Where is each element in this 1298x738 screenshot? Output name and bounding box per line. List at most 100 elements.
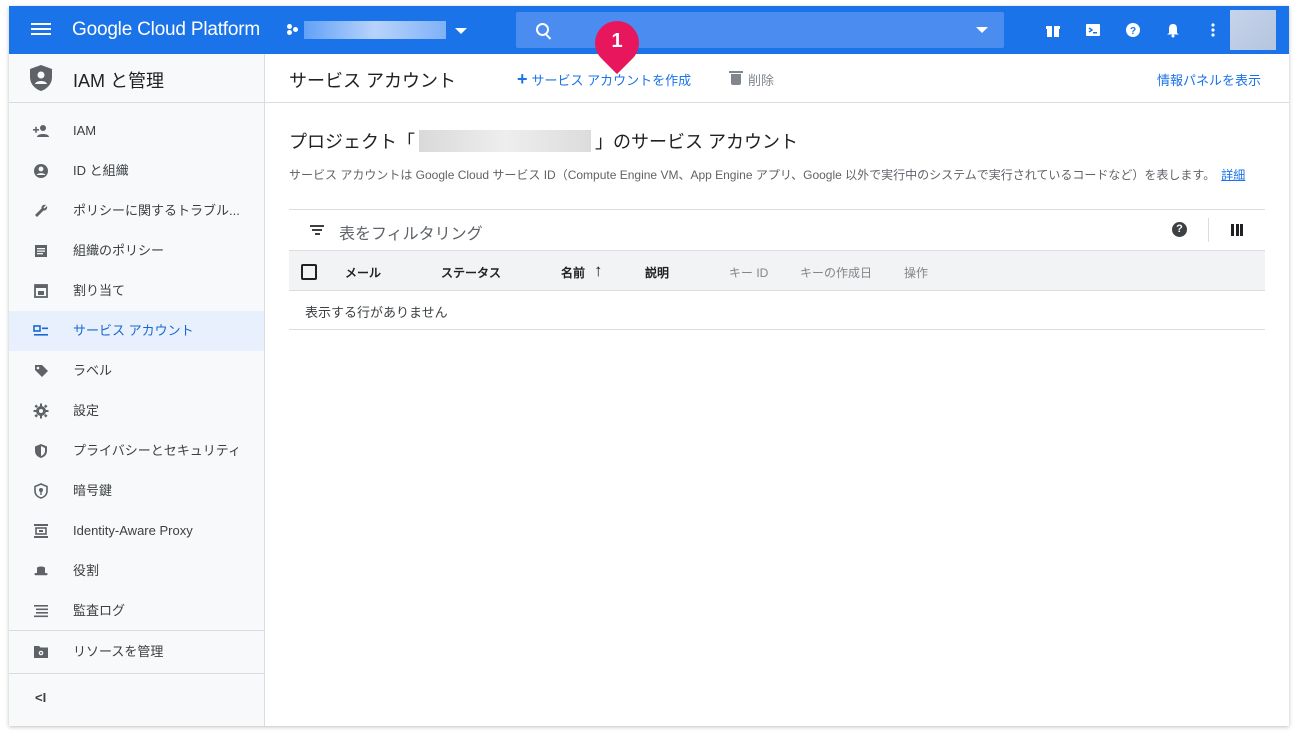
hamburger-menu-icon[interactable] <box>31 20 51 40</box>
folder-gear-icon <box>34 646 48 658</box>
sidebar-item-iap[interactable]: Identity-Aware Proxy <box>9 511 264 551</box>
search-dropdown-icon[interactable] <box>976 27 988 33</box>
sidebar-item-identity[interactable]: ID と組織 <box>9 151 264 191</box>
cloud-shell-icon[interactable] <box>1083 20 1103 40</box>
sidebar-item-crypto-keys[interactable]: 暗号鍵 <box>9 471 264 511</box>
sidebar-nav: IAM ID と組織 ポリシーに関するトラブル... 組織のポリシー 割り当て … <box>9 103 264 631</box>
search-bar[interactable] <box>516 12 1004 48</box>
list-alt-icon <box>35 245 47 257</box>
svg-text:?: ? <box>1130 26 1136 37</box>
section-title: プロジェクト「 」のサービス アカウント <box>289 128 798 154</box>
sidebar-item-settings[interactable]: 設定 <box>9 391 264 431</box>
list-lines-icon <box>34 605 48 618</box>
empty-table-row: 表示する行がありません <box>289 291 1265 330</box>
column-email[interactable]: メール <box>345 264 381 281</box>
caret-down-icon <box>455 28 467 34</box>
label-icon <box>35 365 48 377</box>
service-accounts-table: 表をフィルタリング ? メール ステータス 名前 ↑ 説明 キー ID キーの作… <box>289 209 1265 330</box>
delete-button[interactable]: 削除 <box>729 70 774 89</box>
divider <box>1208 218 1209 242</box>
column-name[interactable]: 名前 <box>561 264 585 281</box>
sidebar-item-org-policies[interactable]: 組織のポリシー <box>9 231 264 271</box>
sidebar-item-label: プライバシーとセキュリティ <box>73 443 241 458</box>
details-link[interactable]: 詳細 <box>1221 168 1245 182</box>
sidebar-item-quotas[interactable]: 割り当て <box>9 271 264 311</box>
help-icon[interactable]: ? <box>1123 20 1143 40</box>
sidebar-item-label: Identity-Aware Proxy <box>73 523 193 538</box>
account-circle-icon <box>34 164 48 178</box>
shield-icon <box>35 444 47 458</box>
sidebar-item-iam[interactable]: IAM <box>9 111 264 151</box>
sidebar-footer: リソースを管理 <I <box>9 630 264 726</box>
iam-shield-icon <box>30 65 52 91</box>
section-title-suffix: 」のサービス アカウント <box>595 132 798 152</box>
sidebar-item-label: サービス アカウント <box>73 323 194 338</box>
wrench-icon <box>35 204 48 217</box>
console-window: Google Cloud Platform ? 1 IAM と管理 IAM ID… <box>9 6 1289 726</box>
description: サービス アカウントは Google Cloud サービス ID（Compute… <box>289 166 1245 183</box>
select-all-checkbox[interactable] <box>301 264 317 280</box>
sidebar-item-label: 割り当て <box>73 283 126 298</box>
sidebar-header: IAM と管理 <box>9 54 264 103</box>
callout-number: 1 <box>611 30 623 52</box>
iap-icon <box>34 524 48 538</box>
column-key-id[interactable]: キー ID <box>729 264 768 281</box>
filter-icon <box>310 225 324 235</box>
brand-title[interactable]: Google Cloud Platform <box>72 19 260 41</box>
empty-message: 表示する行がありません <box>305 305 448 320</box>
avatar[interactable] <box>1230 10 1276 50</box>
manage-resources-link[interactable]: リソースを管理 <box>9 630 264 673</box>
column-status[interactable]: ステータス <box>441 264 501 281</box>
sort-ascending-icon[interactable]: ↑ <box>594 261 603 281</box>
collapse-sidebar-button[interactable]: <I <box>9 673 264 726</box>
person-add-icon <box>33 125 49 137</box>
service-account-icon <box>33 325 48 336</box>
action-toolbar: サービス アカウント + サービス アカウントを作成 削除 情報パネルを表示 <box>265 54 1289 103</box>
key-shield-icon <box>34 483 48 499</box>
column-actions: 操作 <box>904 266 929 280</box>
project-id-redacted <box>419 130 591 152</box>
project-icon <box>287 24 301 36</box>
page-title: サービス アカウント <box>289 71 457 91</box>
table-header: メール ステータス 名前 ↑ 説明 キー ID キーの作成日 操作 <box>289 251 1265 291</box>
filter-input[interactable]: 表をフィルタリング <box>339 220 483 244</box>
main-panel: サービス アカウント + サービス アカウントを作成 削除 情報パネルを表示 プ… <box>265 54 1289 726</box>
show-info-panel-link[interactable]: 情報パネルを表示 <box>1157 70 1261 89</box>
sidebar-item-label: 役割 <box>73 563 100 578</box>
column-key-created[interactable]: キーの作成日 <box>800 264 872 281</box>
table-filter-bar[interactable]: 表をフィルタリング ? <box>289 209 1265 251</box>
hat-icon <box>34 566 48 576</box>
column-description[interactable]: 説明 <box>645 264 669 281</box>
gear-icon <box>33 403 49 419</box>
sidebar-item-service-accounts[interactable]: サービス アカウント <box>9 311 264 351</box>
trash-icon <box>729 71 743 85</box>
column-display-icon[interactable] <box>1231 224 1243 236</box>
search-icon <box>536 23 549 36</box>
project-name-redacted <box>304 21 446 39</box>
top-bar: Google Cloud Platform ? <box>9 6 1289 54</box>
step-callout-badge: 1 <box>585 11 649 75</box>
calendar-icon <box>34 284 48 298</box>
sidebar-item-audit-logs[interactable]: 監査ログ <box>9 591 264 631</box>
sidebar-item-label: ポリシーに関するトラブル... <box>73 203 240 218</box>
sidebar-item-label: IAM <box>73 123 97 138</box>
sidebar-title: IAM と管理 <box>73 71 165 91</box>
description-text: サービス アカウントは Google Cloud サービス ID（Compute… <box>289 168 1216 182</box>
manage-resources-label: リソースを管理 <box>73 644 164 659</box>
more-vert-icon[interactable] <box>1203 20 1223 40</box>
project-selector[interactable] <box>287 18 479 42</box>
sidebar-item-roles[interactable]: 役割 <box>9 551 264 591</box>
plus-icon: + <box>517 69 528 89</box>
sidebar: IAM と管理 IAM ID と組織 ポリシーに関するトラブル... 組織のポリ… <box>9 54 265 726</box>
sidebar-item-label: 暗号鍵 <box>73 483 113 498</box>
collapse-icon: <I <box>35 690 47 705</box>
notifications-icon[interactable] <box>1163 20 1183 40</box>
sidebar-item-privacy-security[interactable]: プライバシーとセキュリティ <box>9 431 264 471</box>
help-icon[interactable]: ? <box>1172 222 1187 237</box>
sidebar-item-label: ID と組織 <box>73 163 129 178</box>
sidebar-item-labels[interactable]: ラベル <box>9 351 264 391</box>
sidebar-item-label: ラベル <box>73 363 113 378</box>
gift-icon[interactable] <box>1043 20 1063 40</box>
sidebar-item-policy-troubleshooter[interactable]: ポリシーに関するトラブル... <box>9 191 264 231</box>
section-title-prefix: プロジェクト「 <box>289 132 415 152</box>
